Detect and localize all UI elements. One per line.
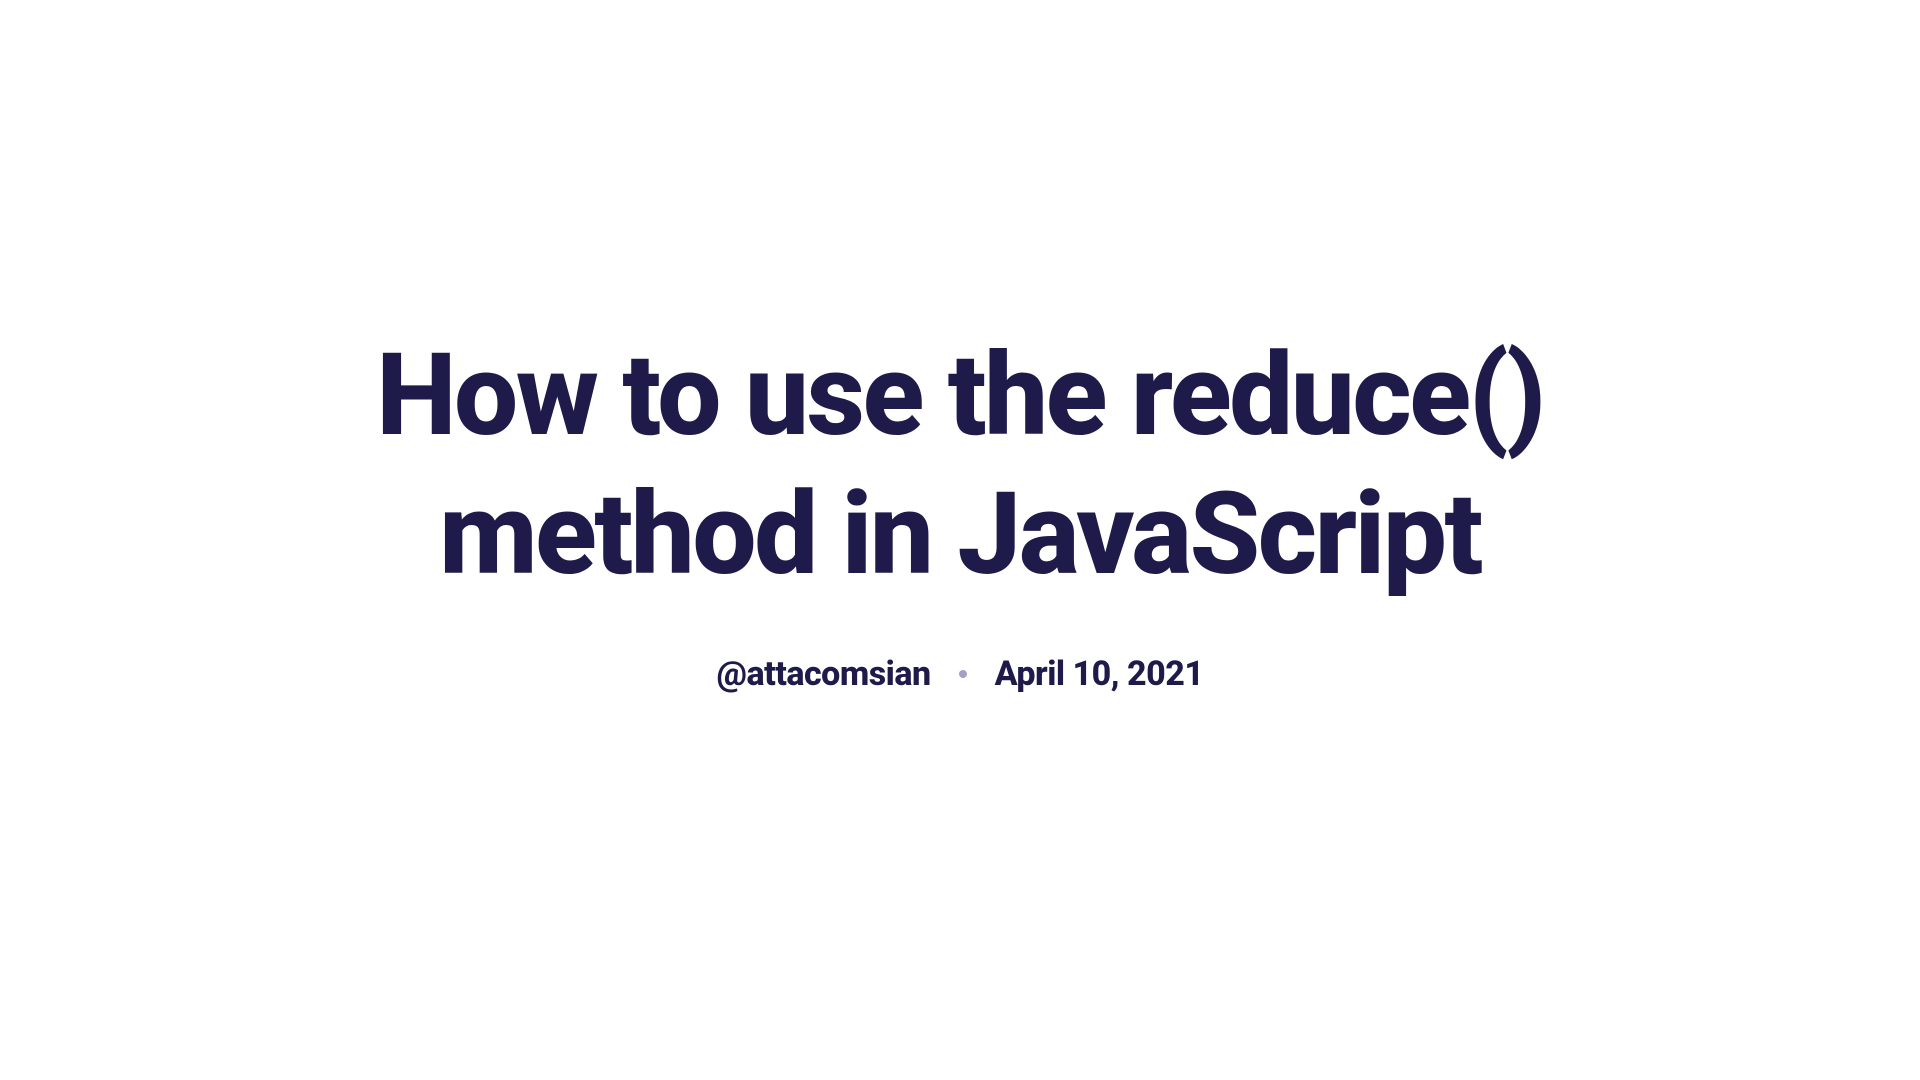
- author-handle: @attacomsian: [717, 654, 931, 694]
- article-title: How to use the reduce() method in JavaSc…: [360, 326, 1560, 604]
- publish-date: April 10, 2021: [995, 654, 1204, 694]
- article-meta: @attacomsian April 10, 2021: [717, 654, 1204, 694]
- separator-dot-icon: [959, 670, 967, 678]
